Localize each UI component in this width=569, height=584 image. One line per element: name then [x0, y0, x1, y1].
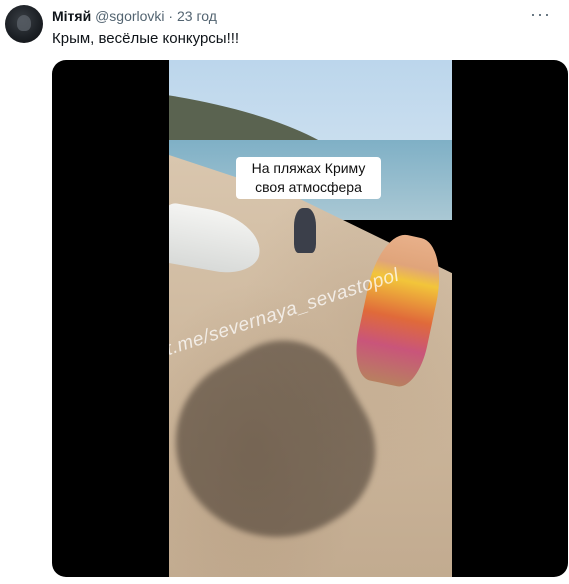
avatar[interactable]	[5, 5, 43, 43]
more-options-icon[interactable]: ···	[530, 4, 551, 25]
timestamp[interactable]: 23 год	[177, 8, 217, 24]
video-caption-line1: На пляжах Криму	[251, 160, 366, 176]
author-name[interactable]: Мітяй	[52, 8, 91, 24]
tweet: Мітяй @sgorlovki · 23 год ··· Крым, весё…	[0, 0, 569, 584]
separator-dot: ·	[168, 8, 174, 24]
tweet-text: Крым, весёлые конкурсы!!!	[52, 30, 240, 47]
video-caption-line2: своя атмосфера	[255, 179, 362, 195]
video-frame[interactable]: На пляжах Криму своя атмосфера t.me/seve…	[169, 60, 452, 577]
author-handle[interactable]: @sgorlovki	[95, 8, 164, 24]
tweet-header: Мітяй @sgorlovki · 23 год	[52, 8, 217, 24]
beach-person	[294, 208, 316, 253]
avatar-figure	[17, 15, 31, 31]
video-caption: На пляжах Криму своя атмосфера	[236, 157, 381, 199]
tweet-media-video[interactable]: На пляжах Криму своя атмосфера t.me/seve…	[52, 60, 568, 577]
